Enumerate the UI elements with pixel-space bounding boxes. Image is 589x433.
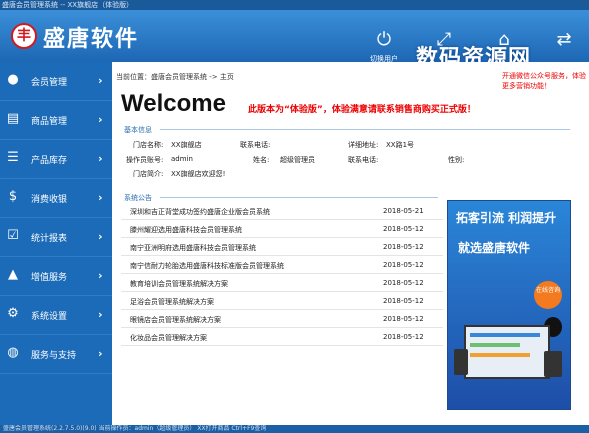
announcement-date: 2018-05-12 bbox=[383, 333, 424, 341]
contact-phone-label: 联系电话: bbox=[240, 141, 271, 149]
name-value: 超级管理员 bbox=[280, 156, 315, 164]
announcement-title: 南宁信耐力轮胎选用盛唐科技标准版会员管理系统 bbox=[130, 262, 284, 270]
announcement-date: 2018-05-12 bbox=[383, 279, 424, 287]
announcement-title: 眼镜店会员管理系统解决方案 bbox=[130, 316, 221, 324]
announcement-date: 2018-05-12 bbox=[383, 261, 424, 269]
sidebar-item-support[interactable]: ◍ 服务与支持 › bbox=[0, 335, 112, 374]
address-label: 详细地址: bbox=[348, 141, 379, 149]
announcement-date: 2018-05-12 bbox=[383, 243, 424, 251]
list-item[interactable]: 教育培训会员管理系统解决方案 2018-05-12 bbox=[121, 274, 443, 292]
swap-icon[interactable]: ⇄ bbox=[552, 28, 576, 52]
logo-icon: 丰 bbox=[11, 23, 37, 49]
list-item[interactable]: 滕州耀迎选用盛唐科技会员管理系统 2018-05-12 bbox=[121, 220, 443, 238]
sidebar-item-label: 系统设置 bbox=[31, 312, 68, 322]
sidebar-item-reports[interactable]: ☑ 统计报表 › bbox=[0, 218, 112, 257]
list-item[interactable]: 南宁信耐力轮胎选用盛唐科技标准版会员管理系统 2018-05-12 bbox=[121, 256, 443, 274]
sidebar-item-inventory[interactable]: ☰ 产品库存 › bbox=[0, 140, 112, 179]
globe-icon: ◍ bbox=[7, 345, 19, 360]
chevron-right-icon: › bbox=[98, 113, 103, 126]
intro-label: 门店简介: bbox=[133, 170, 164, 178]
ad-subline: 就选盛唐软件 bbox=[458, 241, 531, 255]
title-bar: 盛唐会员管理系统 -- XX旗舰店（体验版） bbox=[0, 0, 589, 10]
main-content: 当前位置：盛唐会员管理系统 -> 主页 开通微信公众号服务，体验更多营销功能！ … bbox=[112, 62, 589, 425]
sidebar-item-label: 商品管理 bbox=[31, 117, 68, 127]
operator-value: admin bbox=[171, 155, 193, 163]
chevron-right-icon: › bbox=[98, 191, 103, 204]
sidebar-item-label: 消费收银 bbox=[31, 195, 68, 205]
chevron-right-icon: › bbox=[98, 269, 103, 282]
fullscreen-icon[interactable]: ⤢ bbox=[432, 28, 456, 52]
address-value: XX路1号 bbox=[386, 141, 415, 149]
sidebar: ● 会员管理 › ▤ 商品管理 › ☰ 产品库存 › $ 消费收银 › ☑ 统计… bbox=[0, 62, 112, 425]
announcement-title: 滕州耀迎选用盛唐科技会员管理系统 bbox=[130, 226, 242, 234]
document-icon: ▤ bbox=[6, 111, 20, 126]
divider bbox=[160, 129, 570, 130]
basic-info-title: 基本信息 bbox=[124, 126, 152, 134]
announcement-title: 足浴会员管理系统解决方案 bbox=[130, 298, 214, 306]
list-item[interactable]: 深圳和吉正背堂成功签约盛唐企业版会员系统 2018-05-21 bbox=[121, 202, 443, 220]
ad-banner[interactable]: 拓客引流 利润提升 就选盛唐软件 在线咨询 bbox=[447, 200, 571, 410]
chart-icon: ▲ bbox=[8, 267, 18, 282]
trial-notice: 此版本为“体验版”，体验满意请联系销售商购买正式版！ bbox=[248, 105, 476, 115]
gender-label: 性别: bbox=[448, 156, 465, 164]
announcement-date: 2018-05-21 bbox=[383, 207, 424, 215]
sidebar-item-value-added[interactable]: ▲ 增值服务 › bbox=[0, 257, 112, 296]
screen-bar bbox=[470, 353, 530, 357]
phone-label: 联系电话: bbox=[348, 156, 379, 164]
store-name-label: 门店名称: bbox=[133, 141, 164, 149]
home-icon[interactable]: ⌂ bbox=[492, 28, 516, 52]
sidebar-item-member[interactable]: ● 会员管理 › bbox=[0, 62, 112, 101]
ad-headline: 拓客引流 利润提升 bbox=[456, 211, 557, 225]
chevron-right-icon: › bbox=[98, 74, 103, 87]
laptop-illustration bbox=[464, 325, 550, 379]
online-consult-button[interactable]: 在线咨询 bbox=[534, 281, 562, 309]
breadcrumb: 当前位置：盛唐会员管理系统 -> 主页 bbox=[116, 73, 234, 81]
operator-label: 操作员账号: bbox=[126, 156, 164, 164]
chevron-right-icon: › bbox=[98, 152, 103, 165]
brand-name: 盛唐软件 bbox=[43, 27, 140, 52]
money-bag-icon: $ bbox=[8, 189, 18, 204]
clipboard-icon: ☑ bbox=[7, 228, 19, 243]
sidebar-item-label: 统计报表 bbox=[31, 234, 68, 244]
sidebar-item-label: 增值服务 bbox=[31, 273, 68, 283]
header: 丰 盛唐软件 数码资源网 ⏻ 切换用户 ⤢ ⌂ ⇄ bbox=[0, 10, 589, 71]
chevron-right-icon: › bbox=[98, 347, 103, 360]
list-item[interactable]: 化妆品会员管理解决方案 2018-05-12 bbox=[121, 328, 443, 346]
announcement-date: 2018-05-12 bbox=[383, 225, 424, 233]
list-item[interactable]: 南宁亚洲明府选用盛唐科技会员管理系统 2018-05-12 bbox=[121, 238, 443, 256]
phone-illustration bbox=[454, 349, 468, 375]
gear-icon: ⚙ bbox=[7, 306, 19, 321]
list-item[interactable]: 眼镜店会员管理系统解决方案 2018-05-12 bbox=[121, 310, 443, 328]
sidebar-item-settings[interactable]: ⚙ 系统设置 › bbox=[0, 296, 112, 335]
database-icon: ☰ bbox=[7, 150, 19, 165]
sidebar-item-label: 产品库存 bbox=[31, 156, 68, 166]
chevron-right-icon: › bbox=[98, 230, 103, 243]
store-name-value: XX旗舰店 bbox=[171, 141, 202, 149]
sidebar-item-label: 服务与支持 bbox=[31, 351, 77, 361]
sidebar-item-cashier[interactable]: $ 消费收银 › bbox=[0, 179, 112, 218]
divider bbox=[160, 197, 438, 198]
power-icon[interactable]: ⏻ bbox=[372, 28, 396, 52]
welcome-heading: Welcome bbox=[121, 90, 226, 117]
announcement-title: 南宁亚洲明府选用盛唐科技会员管理系统 bbox=[130, 244, 256, 252]
announcement-title: 教育培训会员管理系统解决方案 bbox=[130, 280, 228, 288]
sidebar-item-goods[interactable]: ▤ 商品管理 › bbox=[0, 101, 112, 140]
announcement-list: 深圳和吉正背堂成功签约盛唐企业版会员系统 2018-05-21 滕州耀迎选用盛唐… bbox=[121, 202, 443, 352]
chevron-right-icon: › bbox=[98, 308, 103, 321]
announcement-date: 2018-05-12 bbox=[383, 315, 424, 323]
announcement-title: 化妆品会员管理解决方案 bbox=[130, 334, 207, 342]
list-item[interactable]: 足浴会员管理系统解决方案 2018-05-12 bbox=[121, 292, 443, 310]
sidebar-item-label: 会员管理 bbox=[31, 78, 68, 88]
promo-notice[interactable]: 开通微信公众号服务，体验更多营销功能！ bbox=[502, 71, 589, 91]
status-bar: 盛唐会员管理系统(2.2.7.5.0)(9.0) 当前操作员：admin（超级管… bbox=[0, 425, 589, 433]
screen-bar bbox=[470, 343, 520, 347]
announcement-title: 深圳和吉正背堂成功签约盛唐企业版会员系统 bbox=[130, 208, 270, 216]
intro-value: XX旗舰店欢迎您! bbox=[171, 170, 226, 178]
screen-bar bbox=[470, 333, 540, 337]
user-icon: ● bbox=[7, 72, 19, 87]
name-label: 姓名: bbox=[253, 156, 270, 164]
announcement-date: 2018-05-12 bbox=[383, 297, 424, 305]
tablet-illustration bbox=[544, 351, 562, 377]
